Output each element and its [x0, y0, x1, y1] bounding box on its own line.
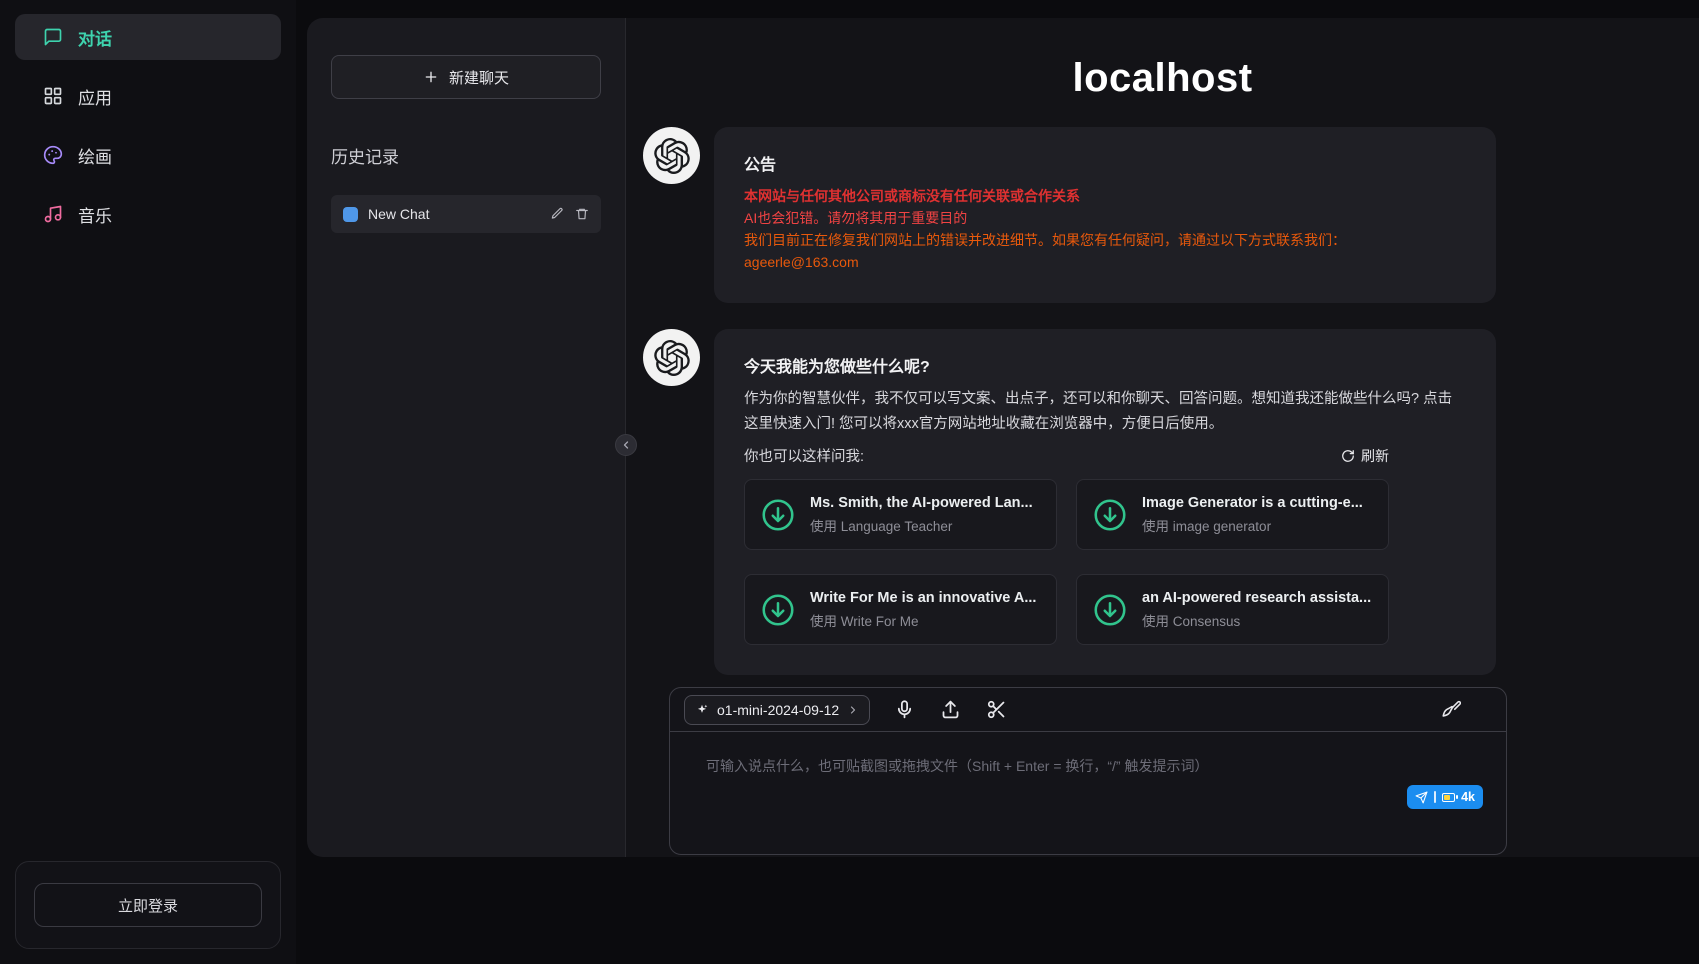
announcement-line: 我们目前正在修复我们网站上的错误并改进细节。如果您有任何疑问，请通过以下方式联系…: [744, 229, 1466, 251]
announcement-heading: 公告: [744, 151, 1466, 175]
history-heading: 历史记录: [331, 143, 601, 168]
refresh-icon: [1341, 449, 1355, 463]
circle-arrow-down-icon: [1092, 497, 1128, 533]
suggestion-card[interactable]: Image Generator is a cutting-e... 使用 ima…: [1076, 479, 1389, 550]
ask-hint-label: 你也可以这样问我:: [744, 445, 864, 466]
announcement-line: 本网站与任何其他公司或商标没有任何关联或合作关系: [744, 185, 1466, 207]
screenshot-button[interactable]: [986, 699, 1008, 721]
input-toolbar: o1-mini-2024-09-12: [670, 688, 1506, 732]
model-name: o1-mini-2024-09-12: [717, 702, 839, 718]
chat-main: localhost 公告 本网站与任何其他公司或商标没有任何关联或合作关系 AI…: [626, 18, 1699, 857]
welcome-heading: 今天我能为您做些什么呢?: [744, 353, 1466, 377]
suggestion-subtitle: 使用 image generator: [1142, 515, 1363, 535]
ask-hint-row: 你也可以这样问我: 刷新: [744, 445, 1389, 466]
music-note-icon: [43, 204, 63, 224]
plus-icon: [423, 69, 439, 85]
suggestion-card[interactable]: Ms. Smith, the AI-powered Lan... 使用 Lang…: [744, 479, 1057, 550]
apps-grid-icon: [43, 86, 63, 106]
sidebar-item-label: 对话: [78, 25, 112, 50]
model-selector[interactable]: o1-mini-2024-09-12: [684, 695, 870, 725]
suggestion-text: an AI-powered research assista... 使用 Con…: [1142, 590, 1371, 630]
upload-icon: [940, 699, 961, 720]
new-chat-button[interactable]: 新建聊天: [331, 55, 601, 99]
contact-email-link[interactable]: ageerle@163.com: [744, 251, 1466, 273]
message-welcome: 今天我能为您做些什么呢? 作为你的智慧伙伴，我不仅可以写文案、出点子，还可以和你…: [643, 329, 1699, 675]
suggestion-subtitle: 使用 Consensus: [1142, 610, 1371, 630]
history-item[interactable]: New Chat: [331, 195, 601, 233]
input-body: 4k: [670, 732, 1506, 854]
clear-context-button[interactable]: [1440, 699, 1462, 721]
suggestion-text: Image Generator is a cutting-e... 使用 ima…: [1142, 495, 1363, 535]
sidebar: 对话 应用 绘画 音乐 立即登录: [0, 0, 296, 964]
sidebar-item-label: 音乐: [78, 202, 112, 227]
announcement-line: AI也会犯错。请勿将其用于重要目的: [744, 207, 1466, 229]
sidebar-item-label: 应用: [78, 84, 112, 109]
circle-arrow-down-icon: [760, 592, 796, 628]
login-box: 立即登录: [15, 861, 281, 949]
broom-icon: [1440, 699, 1461, 720]
circle-arrow-down-icon: [760, 497, 796, 533]
welcome-bubble: 今天我能为您做些什么呢? 作为你的智慧伙伴，我不仅可以写文案、出点子，还可以和你…: [714, 329, 1496, 675]
history-item-title: New Chat: [368, 206, 540, 222]
announcement-bubble: 公告 本网站与任何其他公司或商标没有任何关联或合作关系 AI也会犯错。请勿将其用…: [714, 127, 1496, 303]
message-announcement: 公告 本网站与任何其他公司或商标没有任何关联或合作关系 AI也会犯错。请勿将其用…: [643, 127, 1699, 303]
sidebar-item-draw[interactable]: 绘画: [15, 132, 281, 178]
palette-icon: [43, 145, 63, 165]
sidebar-item-apps[interactable]: 应用: [15, 73, 281, 119]
send-button[interactable]: 4k: [1407, 785, 1483, 809]
refresh-label: 刷新: [1361, 446, 1389, 466]
openai-logo-icon: [654, 138, 690, 174]
suggestion-card[interactable]: Write For Me is an innovative A... 使用 Wr…: [744, 574, 1057, 645]
content-panel: 新建聊天 历史记录 New Chat localhost 公告 本网站与任何其他…: [307, 18, 1699, 857]
mic-button[interactable]: [894, 699, 916, 721]
refresh-button[interactable]: 刷新: [1341, 446, 1389, 466]
token-badge: 4k: [1461, 790, 1475, 804]
sidebar-item-chat[interactable]: 对话: [15, 14, 281, 60]
chevron-left-icon: [620, 439, 632, 451]
edit-icon[interactable]: [550, 207, 564, 221]
suggestion-title: an AI-powered research assista...: [1142, 590, 1371, 606]
suggestion-grid: Ms. Smith, the AI-powered Lan... 使用 Lang…: [744, 479, 1466, 645]
chat-input-area: o1-mini-2024-09-12: [669, 687, 1507, 855]
page-title: localhost: [626, 18, 1699, 101]
battery-icon: [1442, 793, 1455, 802]
scissors-icon: [986, 699, 1007, 720]
sidebar-item-music[interactable]: 音乐: [15, 191, 281, 237]
chat-icon: [43, 27, 63, 47]
send-icon: [1415, 791, 1428, 804]
sparkles-icon: [695, 703, 709, 717]
suggestion-card[interactable]: an AI-powered research assista... 使用 Con…: [1076, 574, 1389, 645]
welcome-body: 作为你的智慧伙伴，我不仅可以写文案、出点子，还可以和你聊天、回答问题。想知道我还…: [744, 387, 1466, 437]
history-panel: 新建聊天 历史记录 New Chat: [307, 18, 626, 857]
divider: [1434, 791, 1436, 803]
suggestion-text: Ms. Smith, the AI-powered Lan... 使用 Lang…: [810, 495, 1033, 535]
collapse-sidebar-button[interactable]: [615, 434, 637, 456]
suggestion-text: Write For Me is an innovative A... 使用 Wr…: [810, 590, 1036, 630]
upload-button[interactable]: [940, 699, 962, 721]
microphone-icon: [894, 699, 915, 720]
chat-color-icon: [343, 207, 358, 222]
suggestion-subtitle: 使用 Language Teacher: [810, 515, 1033, 535]
openai-logo-icon: [654, 340, 690, 376]
new-chat-label: 新建聊天: [449, 67, 509, 88]
message-input[interactable]: [670, 732, 1506, 854]
suggestion-title: Ms. Smith, the AI-powered Lan...: [810, 495, 1033, 511]
assistant-avatar: [643, 329, 700, 386]
history-item-actions: [550, 207, 589, 221]
assistant-avatar: [643, 127, 700, 184]
suggestion-title: Write For Me is an innovative A...: [810, 590, 1036, 606]
delete-icon[interactable]: [575, 207, 589, 221]
circle-arrow-down-icon: [1092, 592, 1128, 628]
sidebar-item-label: 绘画: [78, 143, 112, 168]
suggestion-subtitle: 使用 Write For Me: [810, 610, 1036, 630]
suggestion-title: Image Generator is a cutting-e...: [1142, 495, 1363, 511]
login-button[interactable]: 立即登录: [34, 883, 262, 927]
chevron-right-icon: [847, 704, 859, 716]
